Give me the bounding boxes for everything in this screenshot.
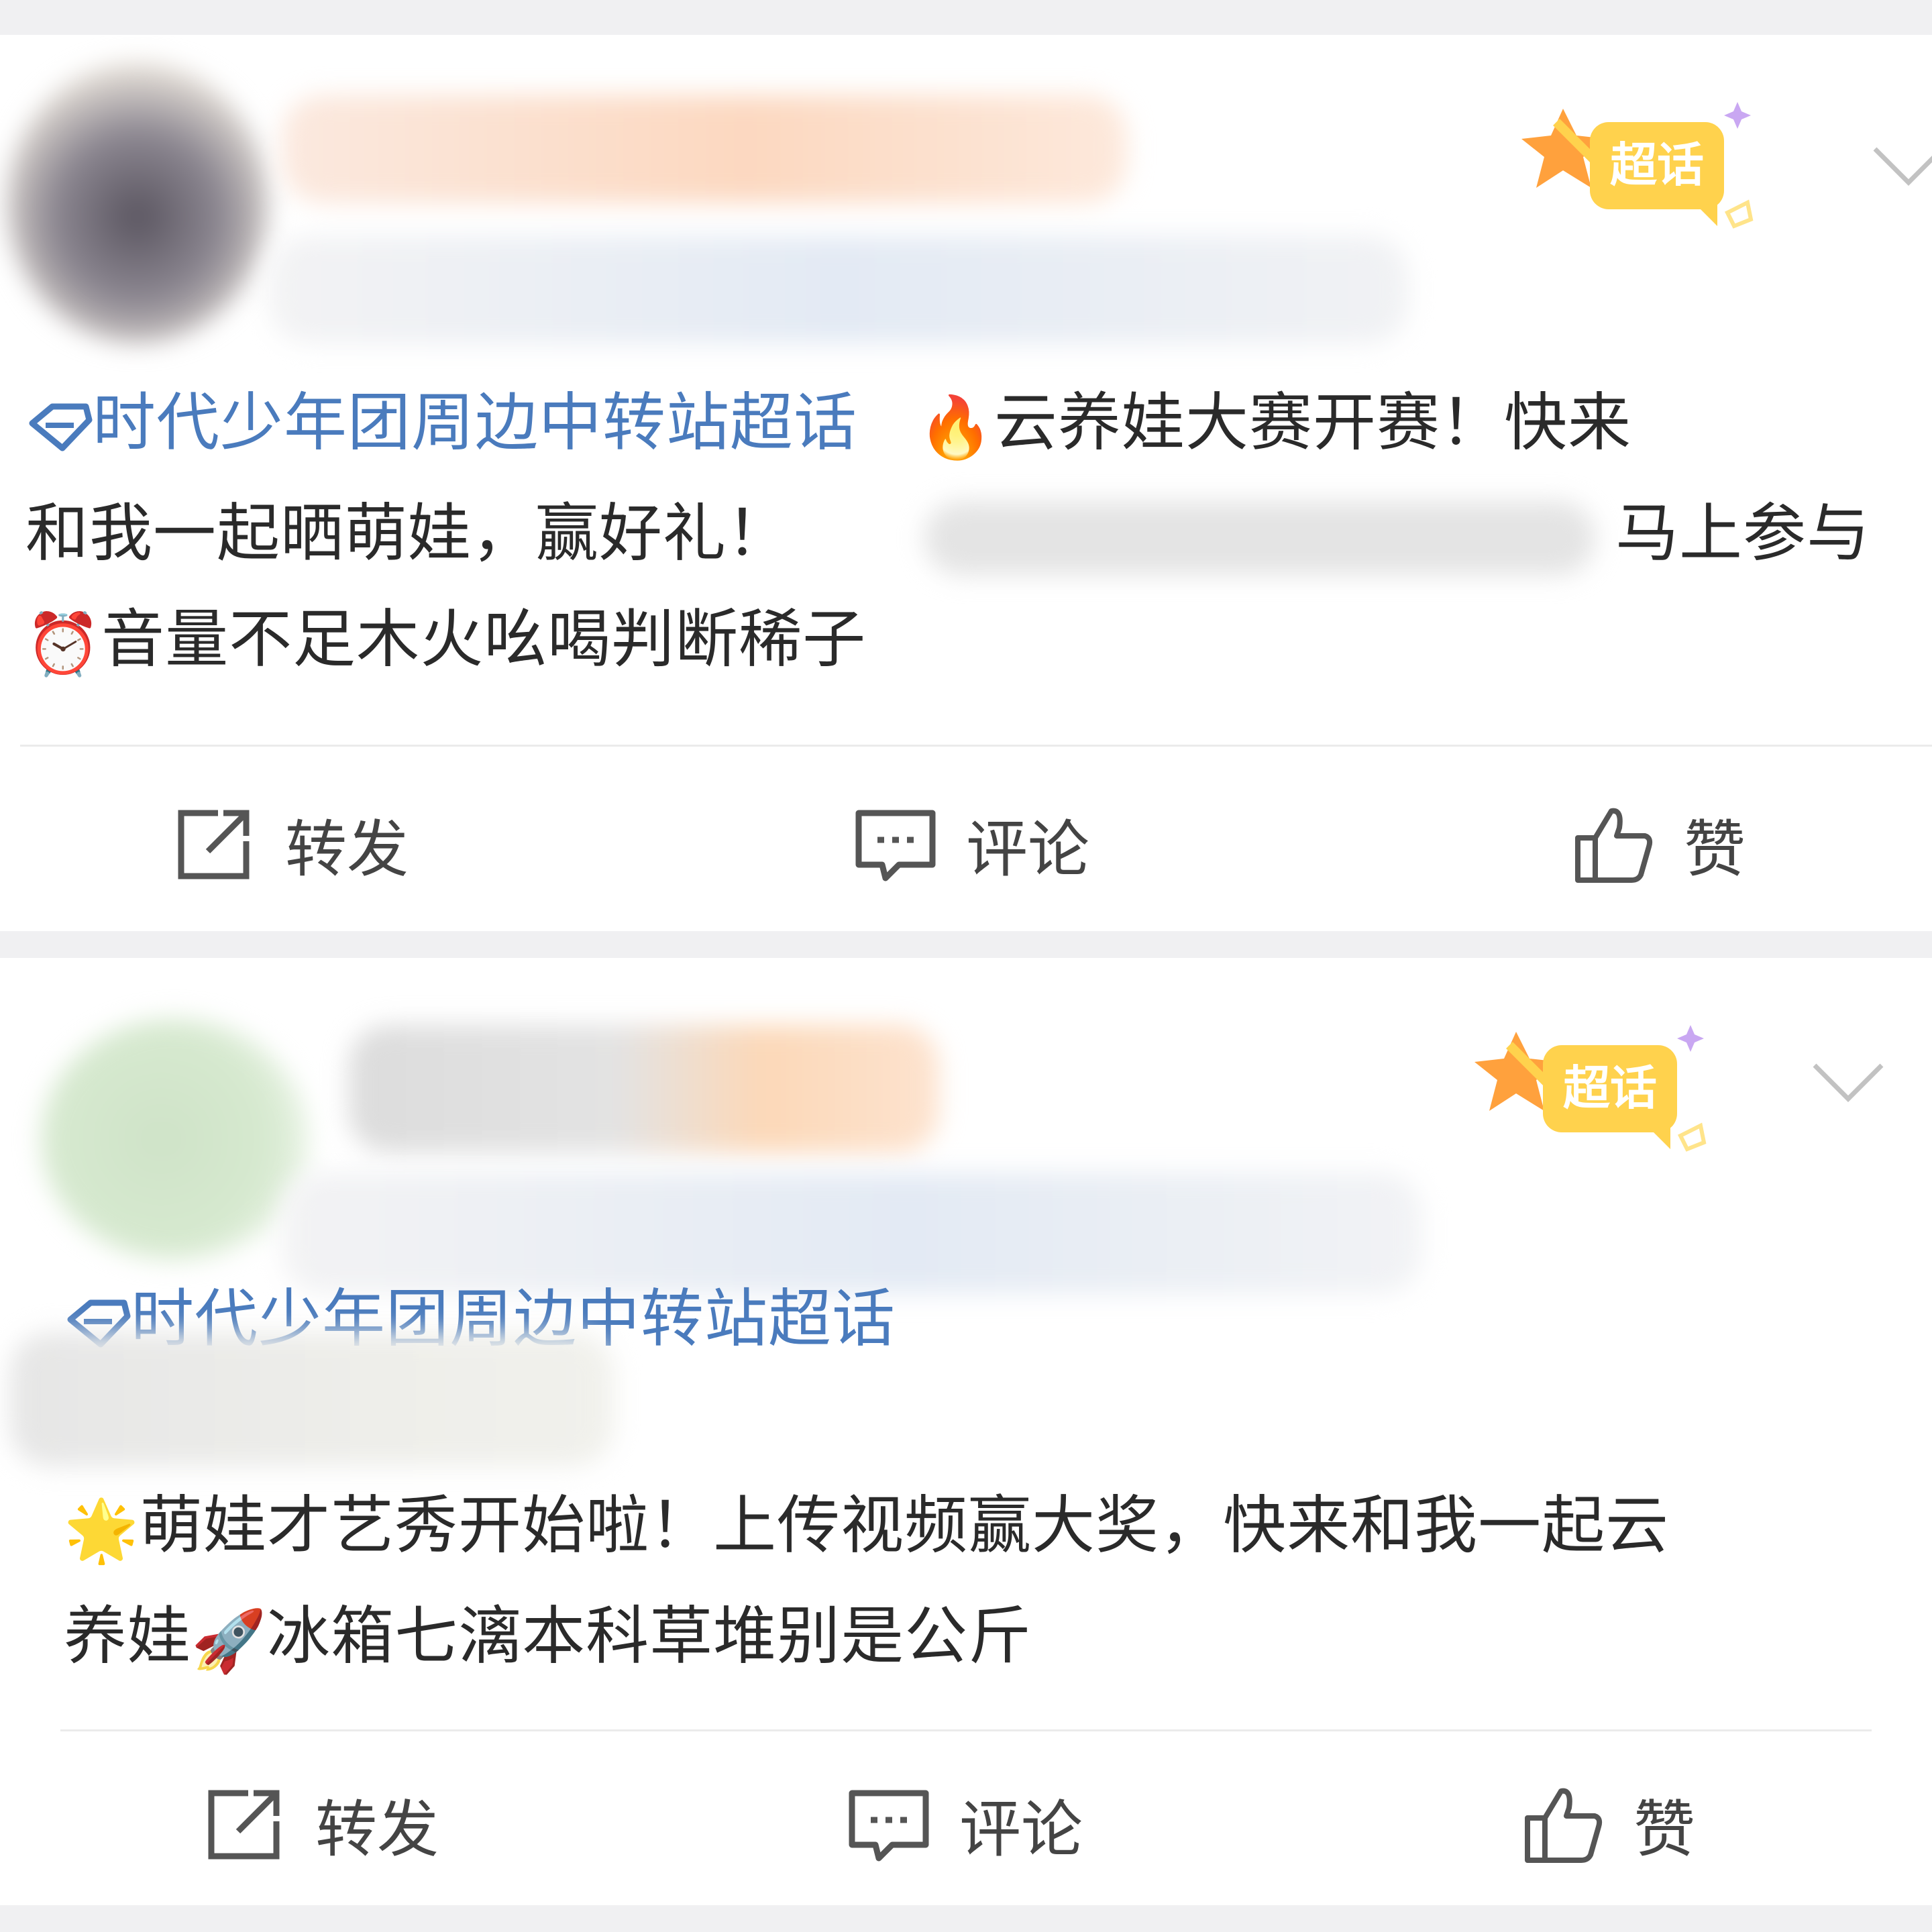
content-line: 养娃🚀冰箱七漓本科草堆别是公斤	[64, 1584, 1915, 1695]
comment-label[interactable]: 评论	[966, 800, 1089, 889]
redacted-link-blur	[924, 501, 1595, 575]
divider	[20, 745, 1932, 747]
comment-label[interactable]: 评论	[959, 1780, 1083, 1869]
content-text: 和我一起晒萌娃，赢好礼！	[25, 497, 791, 570]
comment-button[interactable]: 评论	[845, 1780, 1083, 1869]
supertopic-diamond-icon	[29, 403, 93, 451]
username-blur[interactable]	[349, 1025, 939, 1152]
chevron-down-icon[interactable]	[1811, 1059, 1885, 1106]
repost-button[interactable]: 转发	[201, 1780, 439, 1869]
supertopic-badge[interactable]: 超话	[1469, 1005, 1711, 1159]
fire-emoji: 🔥	[918, 392, 994, 463]
divider	[60, 1729, 1872, 1731]
alarm-clock-emoji: ⏰	[25, 609, 102, 680]
repost-label[interactable]: 转发	[315, 1780, 439, 1869]
rocket-emoji: 🚀	[191, 1606, 268, 1676]
post-content: 时代少年团周边中转站超话 🔥云养娃大赛开赛！快来 和我一起晒萌娃，赢好礼！ 马上…	[25, 370, 1917, 698]
repost-label[interactable]: 转发	[285, 800, 409, 889]
action-bar: 转发 评论 赞	[0, 1780, 1932, 1887]
like-label[interactable]: 赞	[1684, 800, 1746, 889]
post-card: 超话 时代少年团周边中转站超话 🔥云养娃大赛开赛！快来 和我一起晒萌娃，赢好礼！	[0, 35, 1932, 931]
thumbs-up-icon	[1575, 808, 1653, 883]
post-content: 时代少年团周边中转站超话 🌟萌娃才艺秀开始啦！上传视频赢大奖，快来和我一起云 养…	[10, 1267, 1915, 1695]
post-meta-blur	[268, 236, 1409, 343]
thumbs-up-icon	[1525, 1788, 1603, 1863]
like-button[interactable]: 赞	[1570, 800, 1746, 889]
comment-icon	[855, 810, 936, 881]
like-button[interactable]: 赞	[1519, 1780, 1695, 1869]
redacted-line	[10, 1332, 1915, 1473]
action-bar: 转发 评论 赞	[0, 800, 1932, 907]
participate-link[interactable]: 马上参与	[1615, 481, 1870, 587]
supertopic-badge-label: 超话	[1610, 138, 1704, 193]
content-text: 养娃	[64, 1600, 192, 1673]
content-text: 萌娃才艺秀开始啦！上传视频赢大奖，快来和我一起云	[140, 1489, 1670, 1562]
supertopic-badge[interactable]: 超话	[1516, 82, 1758, 236]
repost-icon	[208, 1790, 280, 1859]
content-line: ⏰音量不足木火吆喝判断稀子	[25, 587, 1917, 698]
avatar[interactable]	[7, 62, 268, 343]
content-text: 云养娃大赛开赛！快来	[994, 386, 1631, 460]
post-card: 超话 时代少年团周边中转站超话 🌟萌娃才艺秀开始啦！上传视频赢大奖，快来和我一起	[0, 958, 1932, 1905]
content-text: 冰箱七漓本科草堆别是公斤	[267, 1600, 1032, 1673]
username-blur[interactable]	[282, 95, 1127, 203]
avatar[interactable]	[40, 1018, 309, 1260]
repost-button[interactable]: 转发	[171, 800, 409, 889]
supertopic-badge-label: 超话	[1563, 1061, 1657, 1116]
topic-label[interactable]: 时代少年团周边中转站超话	[93, 386, 857, 460]
content-line: 🌟萌娃才艺秀开始啦！上传视频赢大奖，快来和我一起云	[64, 1473, 1915, 1584]
comment-button[interactable]: 评论	[852, 800, 1089, 889]
content-text: 音量不足木火吆喝判断稀子	[101, 603, 867, 676]
content-line: 时代少年团周边中转站超话 🔥云养娃大赛开赛！快来	[25, 370, 1917, 481]
weibo-feed: 超话 时代少年团周边中转站超话 🔥云养娃大赛开赛！快来 和我一起晒萌娃，赢好礼！	[0, 0, 1932, 1932]
glowing-star-emoji: 🌟	[64, 1495, 140, 1566]
like-label[interactable]: 赞	[1633, 1780, 1695, 1869]
redacted-text-blur	[10, 1332, 614, 1466]
comment-icon	[849, 1790, 929, 1861]
topic-link[interactable]: 时代少年团周边中转站超话	[25, 386, 878, 460]
content-line: 和我一起晒萌娃，赢好礼！ 马上参与	[25, 481, 1917, 587]
chevron-down-icon[interactable]	[1872, 142, 1932, 189]
repost-icon	[178, 810, 250, 879]
